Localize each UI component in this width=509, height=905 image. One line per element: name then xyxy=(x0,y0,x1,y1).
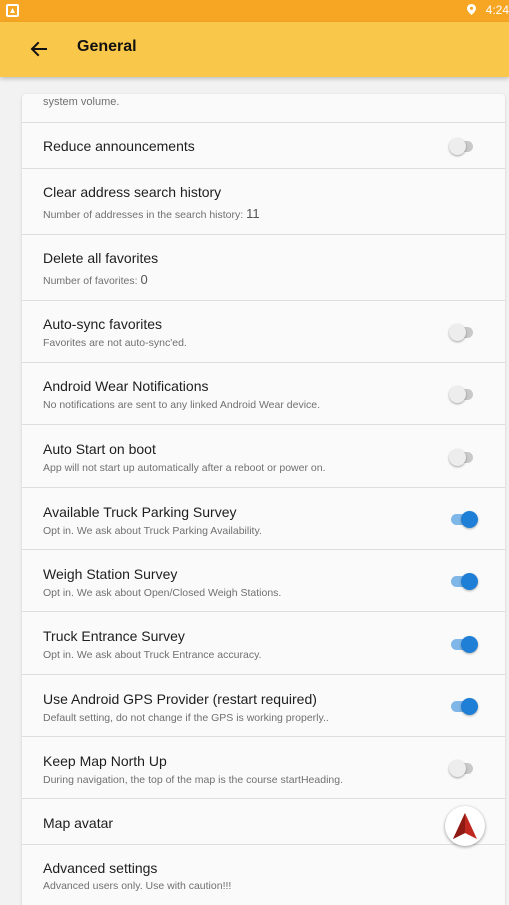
setting-subtitle: Opt in. We ask about Truck Entrance accu… xyxy=(43,649,262,661)
setting-title: Map avatar xyxy=(43,815,114,831)
setting-subtitle: Number of addresses in the search histor… xyxy=(43,206,260,221)
setting-clear-address-history[interactable]: Clear address search history Number of a… xyxy=(22,169,505,235)
setting-auto-start-boot[interactable]: Auto Start on boot App will not start up… xyxy=(22,425,505,488)
setting-delete-favorites[interactable]: Delete all favorites Number of favorites… xyxy=(22,235,505,301)
favorites-count-label: Number of favorites: xyxy=(43,275,138,287)
location-pin-icon xyxy=(466,4,476,15)
setting-weigh-station-survey[interactable]: Weigh Station Survey Opt in. We ask abou… xyxy=(22,550,505,612)
setting-subtitle: App will not start up automatically afte… xyxy=(43,462,326,474)
status-bar: 4:24 xyxy=(0,0,509,22)
setting-title: Weigh Station Survey xyxy=(43,566,178,582)
partial-setting-subtitle: system volume. xyxy=(43,96,120,108)
setting-reduce-announcements[interactable]: Reduce announcements xyxy=(22,123,505,169)
notification-image-icon xyxy=(6,4,19,17)
keep-map-north-up-toggle[interactable] xyxy=(449,755,475,781)
setting-truck-entrance-survey[interactable]: Truck Entrance Survey Opt in. We ask abo… xyxy=(22,612,505,675)
setting-title: Keep Map North Up xyxy=(43,753,167,769)
setting-subtitle: Number of favorites: 0 xyxy=(43,272,148,287)
setting-title: Use Android GPS Provider (restart requir… xyxy=(43,691,317,707)
setting-title: Reduce announcements xyxy=(43,138,195,154)
truck-entrance-survey-toggle[interactable] xyxy=(449,631,478,657)
setting-title: Auto Start on boot xyxy=(43,441,156,457)
page-title: General xyxy=(77,38,137,55)
setting-subtitle: Default setting, do not change if the GP… xyxy=(43,712,329,724)
setting-subtitle: Advanced users only. Use with caution!!! xyxy=(43,880,232,892)
map-avatar-icon[interactable] xyxy=(445,806,485,846)
address-count-value: 11 xyxy=(246,206,260,221)
partial-setting-item[interactable]: system volume. xyxy=(22,94,505,123)
setting-title: Delete all favorites xyxy=(43,250,159,266)
setting-title: Available Truck Parking Survey xyxy=(43,504,237,520)
setting-title: Truck Entrance Survey xyxy=(43,628,185,644)
settings-list: system volume. Reduce announcements Clea… xyxy=(22,94,505,905)
setting-subtitle: Opt in. We ask about Open/Closed Weigh S… xyxy=(43,587,282,599)
setting-title: Android Wear Notifications xyxy=(43,378,209,394)
setting-subtitle: Opt in. We ask about Truck Parking Avail… xyxy=(43,525,262,537)
setting-android-wear[interactable]: Android Wear Notifications No notificati… xyxy=(22,363,505,425)
app-bar: General xyxy=(0,22,509,77)
setting-subtitle: Favorites are not auto-sync'ed. xyxy=(43,337,187,349)
setting-auto-sync-favorites[interactable]: Auto-sync favorites Favorites are not au… xyxy=(22,301,505,363)
back-arrow-icon[interactable] xyxy=(26,36,52,62)
status-time: 4:24 xyxy=(485,3,509,17)
address-count-label: Number of addresses in the search histor… xyxy=(43,209,244,221)
status-bar-right: 4:24 xyxy=(466,3,509,17)
weigh-station-survey-toggle[interactable] xyxy=(449,568,478,594)
setting-advanced-settings[interactable]: Advanced settings Advanced users only. U… xyxy=(22,845,505,905)
setting-truck-parking-survey[interactable]: Available Truck Parking Survey Opt in. W… xyxy=(22,488,505,550)
setting-subtitle: During navigation, the top of the map is… xyxy=(43,774,344,786)
auto-sync-favorites-toggle[interactable] xyxy=(449,319,475,345)
setting-map-avatar[interactable]: Map avatar xyxy=(22,799,505,846)
auto-start-boot-toggle[interactable] xyxy=(449,444,475,470)
setting-subtitle: No notifications are sent to any linked … xyxy=(43,399,321,411)
favorites-count-value: 0 xyxy=(140,272,148,287)
android-gps-provider-toggle[interactable] xyxy=(449,693,478,719)
android-wear-toggle[interactable] xyxy=(449,381,475,407)
reduce-announcements-toggle[interactable] xyxy=(449,133,475,159)
setting-keep-map-north-up[interactable]: Keep Map North Up During navigation, the… xyxy=(22,737,505,799)
setting-title: Clear address search history xyxy=(43,184,222,200)
setting-title: Advanced settings xyxy=(43,860,158,876)
truck-parking-survey-toggle[interactable] xyxy=(449,506,478,532)
setting-android-gps-provider[interactable]: Use Android GPS Provider (restart requir… xyxy=(22,675,505,737)
setting-title: Auto-sync favorites xyxy=(43,316,163,332)
